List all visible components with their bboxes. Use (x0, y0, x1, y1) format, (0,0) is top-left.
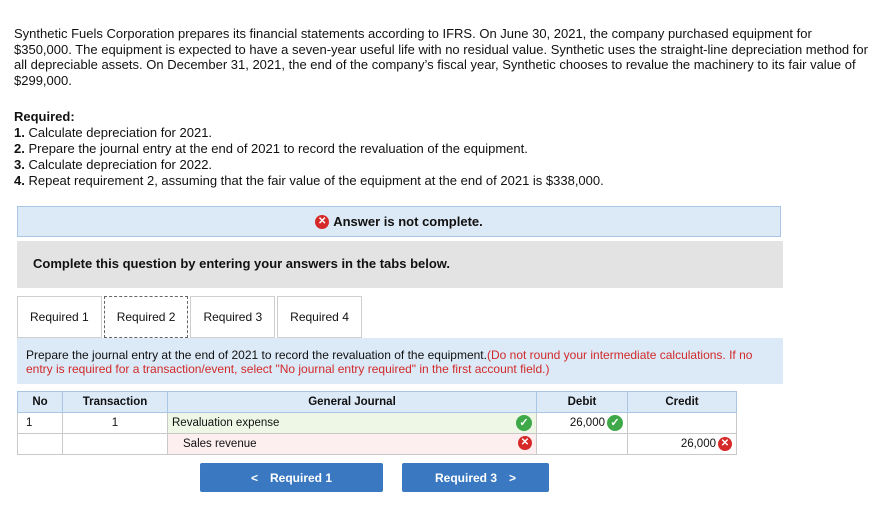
panel-text: Prepare the journal entry at the end of … (26, 348, 487, 362)
question-panel: Prepare the journal entry at the end of … (17, 338, 783, 384)
check-icon: ✓ (607, 415, 623, 431)
requirement-tabs: Required 1 Required 2 Required 3 Require… (17, 296, 364, 338)
row-transaction: 1 (62, 412, 168, 434)
x-circle-icon: ✕ (718, 437, 732, 451)
credit-input[interactable]: 26,000 ✕ (627, 433, 737, 455)
chevron-left-icon: < (250, 470, 258, 485)
required-section: Required: 1. Calculate depreciation for … (14, 109, 604, 189)
debit-value: 26,000 (569, 417, 605, 430)
banner-text: Answer is not complete. (333, 214, 483, 229)
table-row: 1 1 Revaluation expense ✓ 26,000 ✓ (17, 412, 737, 434)
row-no (17, 433, 63, 455)
credit-input[interactable] (627, 412, 737, 434)
instructions-text: Complete this question by entering your … (33, 256, 451, 271)
header-transaction: Transaction (62, 391, 168, 413)
problem-text: Synthetic Fuels Corporation prepares its… (14, 26, 868, 88)
row-transaction (62, 433, 168, 455)
account-name: Sales revenue (183, 438, 257, 450)
journal-header-row: No Transaction General Journal Debit Cre… (17, 391, 737, 413)
header-general-journal: General Journal (167, 391, 537, 413)
account-select[interactable]: Revaluation expense ✓ (167, 412, 537, 434)
tab-required-3[interactable]: Required 3 (190, 296, 276, 338)
next-button-label: Required 3 (434, 470, 497, 485)
debit-input[interactable] (536, 433, 628, 455)
debit-input[interactable]: 26,000 ✓ (536, 412, 628, 434)
header-credit: Credit (627, 391, 737, 413)
required-item: 3. Calculate depreciation for 2022. (14, 157, 213, 172)
account-select[interactable]: Sales revenue ✕ (167, 433, 537, 455)
header-debit: Debit (536, 391, 628, 413)
next-required-button[interactable]: Required 3 > (402, 463, 549, 492)
tab-required-1[interactable]: Required 1 (17, 296, 102, 338)
check-icon: ✓ (516, 415, 532, 431)
x-circle-icon: ✕ (315, 214, 330, 229)
prev-required-button[interactable]: < Required 1 (200, 463, 383, 492)
answer-status-banner: ✕ Answer is not complete. (17, 206, 781, 237)
required-heading: Required: (14, 109, 75, 124)
row-no: 1 (17, 412, 63, 434)
table-row: Sales revenue ✕ 26,000 ✕ (17, 433, 737, 455)
credit-value: 26,000 (680, 438, 716, 451)
required-item: 1. Calculate depreciation for 2021. (14, 125, 213, 140)
tab-required-4[interactable]: Required 4 (277, 296, 362, 338)
required-item: 2. Prepare the journal entry at the end … (14, 141, 528, 156)
problem-statement: Synthetic Fuels Corporation prepares its… (14, 26, 872, 88)
prev-button-label: Required 1 (270, 470, 333, 485)
tab-required-2[interactable]: Required 2 (103, 296, 189, 338)
instructions-box: Complete this question by entering your … (17, 241, 783, 288)
chevron-right-icon: > (509, 470, 517, 485)
header-no: No (17, 391, 63, 413)
required-item: 4. Repeat requirement 2, assuming that t… (14, 173, 604, 188)
x-circle-icon: ✕ (518, 436, 532, 450)
journal-table: No Transaction General Journal Debit Cre… (17, 391, 737, 455)
account-name: Revaluation expense (172, 417, 280, 429)
